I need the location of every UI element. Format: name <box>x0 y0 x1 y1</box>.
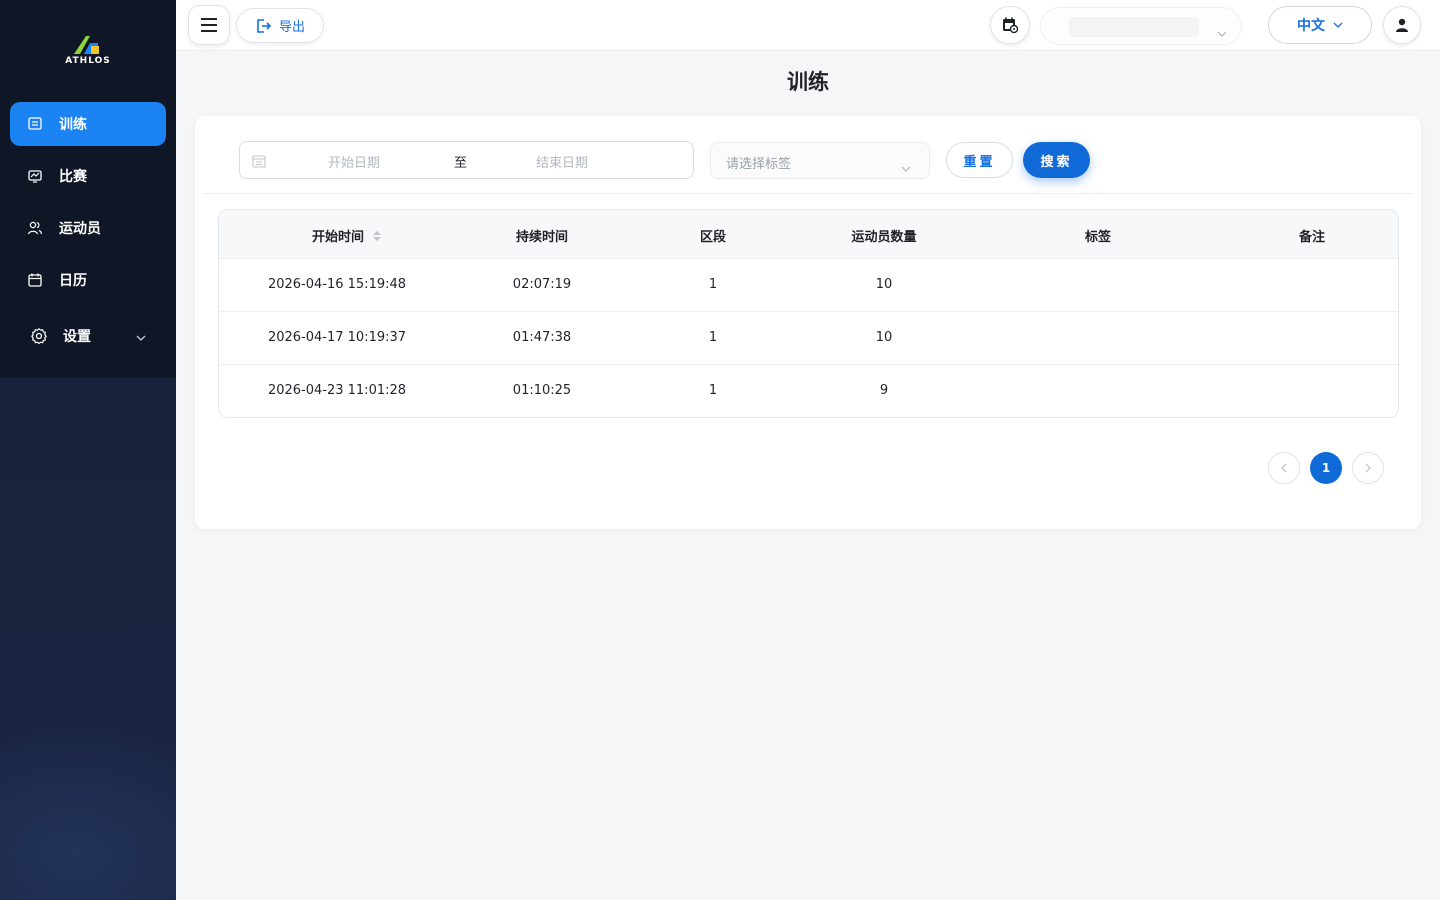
logo-text: ATHLOS <box>65 56 111 66</box>
app-logo[interactable]: ATHLOS <box>58 34 118 66</box>
athlos-logo-icon <box>74 36 99 54</box>
top-header: 导出 中文 <box>176 0 1440 51</box>
pagination-prev-button[interactable] <box>1268 452 1300 484</box>
sidebar-item-calendar[interactable]: 日历 <box>10 258 166 302</box>
sidebar: ATHLOS 训练 比赛 运动员 日历 设置 <box>0 0 176 900</box>
cell-duration: 02:07:19 <box>512 277 572 292</box>
end-date-input[interactable]: 结束日期 <box>536 152 588 171</box>
pagination-page-1[interactable]: 1 <box>1310 452 1342 484</box>
cell-duration: 01:47:38 <box>512 330 572 345</box>
sort-icon[interactable] <box>372 230 382 246</box>
search-button[interactable]: 搜索 <box>1023 142 1090 178</box>
calendar-sync-button[interactable] <box>990 6 1030 44</box>
cell-start-time: 2026-04-16 15:19:48 <box>267 277 407 292</box>
column-header-notes: 备注 <box>1298 230 1326 245</box>
user-icon <box>1396 18 1408 32</box>
cell-athlete-count: 10 <box>875 330 893 345</box>
column-header-athlete-count: 运动员数量 <box>851 230 917 245</box>
sidebar-item-label: 运动员 <box>59 221 101 237</box>
column-header-duration: 持续时间 <box>515 230 569 245</box>
calendar-settings-icon <box>1003 17 1019 34</box>
range-separator: 至 <box>454 156 468 171</box>
gear-icon <box>30 327 48 345</box>
page-title: 训练 <box>787 70 829 94</box>
cell-duration: 01:10:25 <box>512 383 572 398</box>
sidebar-nav-panel: ATHLOS 训练 比赛 运动员 日历 设置 <box>0 0 176 378</box>
table-row[interactable]: 2026-04-23 11:01:28 01:10:25 1 9 <box>219 365 1398 417</box>
export-label: 导出 <box>279 20 306 35</box>
language-label: 中文 <box>1297 18 1325 34</box>
language-select[interactable]: 中文 <box>1268 6 1372 44</box>
chevron-right-icon <box>1365 463 1371 473</box>
sidebar-item-label: 比赛 <box>59 169 87 185</box>
sidebar-item-label: 日历 <box>59 273 87 289</box>
cell-start-time: 2026-04-17 10:19:37 <box>267 330 407 345</box>
chevron-left-icon <box>1281 463 1287 473</box>
sidebar-item-label: 训练 <box>59 117 87 133</box>
export-button[interactable]: 导出 <box>236 8 324 43</box>
cell-segment: 1 <box>708 383 718 398</box>
menu-toggle-button[interactable] <box>188 5 230 45</box>
training-icon <box>26 115 44 133</box>
table-row[interactable]: 2026-04-16 15:19:48 02:07:19 1 10 <box>219 259 1398 312</box>
reset-button[interactable]: 重置 <box>946 142 1013 178</box>
training-list-card: 开始日期 至 结束日期 请选择标签 重置 搜索 开始时间 持续时间 区段 运动员… <box>195 116 1421 529</box>
hamburger-icon <box>201 18 217 32</box>
team-select-value <box>1069 17 1199 37</box>
training-table: 开始时间 持续时间 区段 运动员数量 标签 备注 2026-04-16 15:1… <box>218 209 1399 418</box>
start-date-input[interactable]: 开始日期 <box>328 152 380 171</box>
tag-select-placeholder: 请选择标签 <box>726 157 792 172</box>
cell-segment: 1 <box>708 330 718 345</box>
athletes-icon <box>26 219 44 237</box>
sidebar-item-athletes[interactable]: 运动员 <box>10 206 166 250</box>
cell-athlete-count: 9 <box>879 383 889 398</box>
match-icon <box>26 167 44 185</box>
tag-select[interactable]: 请选择标签 <box>710 142 930 179</box>
divider <box>203 193 1413 194</box>
cell-start-time: 2026-04-23 11:01:28 <box>267 383 407 398</box>
column-header-tags: 标签 <box>1084 230 1112 245</box>
pagination-next-button[interactable] <box>1352 452 1384 484</box>
chevron-down-icon <box>901 157 911 176</box>
user-menu-button[interactable] <box>1383 6 1421 44</box>
chevron-down-icon <box>1333 22 1343 28</box>
sidebar-item-training[interactable]: 训练 <box>10 102 166 146</box>
chevron-down-icon <box>1217 22 1227 41</box>
team-select[interactable] <box>1040 7 1242 45</box>
calendar-icon <box>26 271 44 289</box>
cell-segment: 1 <box>708 277 718 292</box>
export-icon <box>257 18 271 33</box>
date-range-picker[interactable]: 开始日期 至 结束日期 <box>239 141 694 179</box>
sidebar-item-label: 设置 <box>63 329 91 345</box>
table-row[interactable]: 2026-04-17 10:19:37 01:47:38 1 10 <box>219 312 1398 365</box>
table-header: 开始时间 持续时间 区段 运动员数量 标签 备注 <box>219 210 1398 259</box>
calendar-icon <box>252 153 266 172</box>
sidebar-item-settings[interactable]: 设置 <box>10 314 166 358</box>
chevron-down-icon <box>136 329 146 345</box>
sidebar-item-match[interactable]: 比赛 <box>10 154 166 198</box>
column-header-segment: 区段 <box>699 230 727 245</box>
column-header-start-time[interactable]: 开始时间 <box>312 226 382 246</box>
cell-athlete-count: 10 <box>875 277 893 292</box>
